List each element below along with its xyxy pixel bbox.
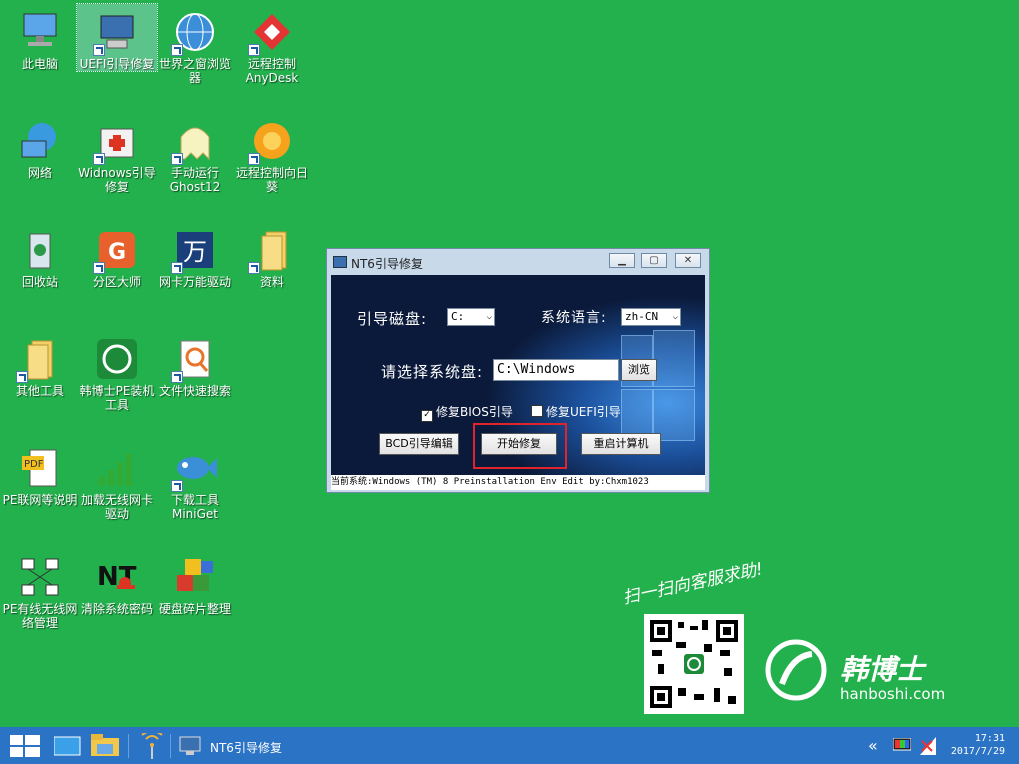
signal-bars-icon [95, 446, 139, 490]
wallpaper-pane [653, 330, 695, 387]
magnifier-icon [171, 337, 217, 383]
window-client-area: 引导磁盘: C: ⌵ 系统语言: zh-CN ⌵ 请选择系统盘: C:\Wind… [331, 275, 705, 490]
bios-repair-checkbox[interactable]: ✓ 修复BIOS引导 [421, 403, 513, 422]
svg-text:G: G [108, 240, 126, 265]
window-title: NT6引导修复 [351, 257, 423, 271]
desktop-icon[interactable] [53, 735, 82, 761]
sunflower-icon [248, 119, 294, 165]
brand-name: 韩博士 [840, 653, 925, 686]
network-topology-icon [18, 555, 62, 599]
taskbar: NT6引导修复 « 17:31 2017/7/29 [0, 727, 1019, 764]
language-select[interactable]: zh-CN ⌵ [621, 308, 681, 326]
minimize-button[interactable]: ▁ [609, 253, 635, 268]
browse-button[interactable]: 浏览 [621, 359, 657, 381]
file-explorer-icon[interactable] [91, 734, 121, 762]
desktop-icon-recycle-bin[interactable]: 回收站 [0, 222, 80, 289]
network-globe-icon [18, 119, 62, 163]
fish-icon [171, 446, 217, 492]
anydesk-icon [248, 10, 294, 56]
desktop-icon-windows-boot-repair[interactable]: Widnows引导修复 [77, 113, 157, 194]
svg-text:万: 万 [183, 238, 207, 266]
start-button[interactable] [10, 735, 40, 761]
clock-time: 17:31 [974, 733, 1005, 744]
hanboshi-logo [762, 636, 832, 702]
desktop-icon-partition-master[interactable]: G 分区大师 [77, 222, 157, 289]
desktop-icon-wireless-driver[interactable]: 加载无线网卡驱动 [77, 440, 157, 521]
desktop-icon-ghost[interactable]: 手动运行Ghost12 [155, 113, 235, 194]
desktop-icon-clear-password[interactable]: NT 清除系统密码 [77, 549, 157, 616]
partition-icon: G [93, 228, 139, 274]
system-disk-label: 请选择系统盘: [381, 363, 484, 381]
task-nt6-label[interactable]: NT6引导修复 [210, 739, 282, 756]
first-aid-kit-icon [93, 119, 139, 165]
network-status-icon[interactable] [920, 737, 936, 759]
checkbox-unchecked-icon [531, 405, 543, 417]
app-icon [333, 256, 347, 268]
start-repair-button[interactable]: 开始修复 [481, 433, 557, 455]
desktop-icon-pe-network-manager[interactable]: PE有线无线网络管理 [0, 549, 80, 630]
language-label: 系统语言: [541, 310, 607, 326]
desktop-icon-uefi-boot-repair[interactable]: UEFI引导修复 [76, 3, 158, 72]
restart-computer-button[interactable]: 重启计算机 [581, 433, 661, 455]
task-nt6-icon[interactable] [178, 735, 202, 759]
boot-disk-label: 引导磁盘: [357, 310, 428, 328]
clock[interactable]: 17:31 2017/7/29 [951, 732, 1005, 758]
desktop-icon-documents[interactable]: 资料 [232, 222, 312, 289]
desktop-icon-other-tools[interactable]: 其他工具 [0, 331, 80, 398]
svg-text:PDF: PDF [24, 459, 44, 470]
desktop-icon-world-browser[interactable]: 世界之窗浏览器 [155, 4, 235, 85]
desktop-icon-pe-network-notes[interactable]: PDF PE联网等说明 [0, 440, 80, 507]
close-button[interactable]: ✕ [675, 253, 701, 268]
desktop-icon-sunlogin[interactable]: 远程控制向日葵 [232, 113, 312, 194]
taskbar-separator [170, 734, 171, 758]
defrag-cubes-icon [173, 555, 217, 599]
chevron-left-icon[interactable]: « [868, 736, 878, 755]
system-disk-input[interactable]: C:\Windows [493, 359, 619, 381]
computer-icon [18, 10, 62, 54]
window-titlebar[interactable]: NT6引导修复 ▁ ▢ ✕ [327, 249, 709, 275]
taskbar-separator [128, 734, 129, 758]
key-icon: NT [95, 555, 139, 599]
chevron-down-icon: ⌵ [672, 312, 678, 322]
desktop-icon-miniget[interactable]: 下载工具MiniGet [155, 440, 235, 521]
desktop-icon-defrag[interactable]: 硬盘碎片整理 [155, 549, 235, 616]
slogan-text: 扫一扫向客服求助! [621, 559, 765, 609]
pdf-icon: PDF [18, 446, 62, 490]
qr-code [644, 614, 744, 714]
folder-icon [248, 228, 294, 274]
hanboshi-logo-icon [95, 337, 139, 381]
uefi-repair-checkbox[interactable]: 修复UEFI引导 [531, 403, 621, 420]
nt6-boot-repair-window[interactable]: NT6引导修复 ▁ ▢ ✕ 引导磁盘: C: ⌵ 系统语言: zh-CN ⌵ 请… [326, 248, 710, 493]
chevron-down-icon: ⌵ [486, 312, 492, 322]
desktop-icon-network[interactable]: 网络 [0, 113, 80, 180]
wan-character-icon: 万 [171, 228, 217, 274]
desktop-icon-this-pc[interactable]: 此电脑 [0, 4, 80, 71]
desktop-icon-anydesk[interactable]: 远程控制AnyDesk [232, 4, 312, 85]
bcd-edit-button[interactable]: BCD引导编辑 [379, 433, 459, 455]
folder-icon [16, 337, 62, 383]
clock-date: 2017/7/29 [950, 746, 1005, 757]
globe-icon [171, 10, 217, 56]
wireless-icon[interactable] [138, 730, 166, 763]
brand-url: hanboshi.com [840, 685, 946, 703]
desktop-icon-nic-driver[interactable]: 万 网卡万能驱动 [155, 222, 235, 289]
ghost-icon [171, 119, 217, 165]
wallpaper-pane [621, 389, 653, 436]
display-icon[interactable] [892, 737, 912, 758]
status-bar: 当前系统:Windows (TM) 8 Preinstallation Env … [331, 475, 705, 490]
desktop-icon-hanboshi-installer[interactable]: 韩博士PE装机工具 [77, 331, 157, 412]
maximize-button[interactable]: ▢ [641, 253, 667, 268]
monitor-icon [93, 10, 139, 56]
boot-disk-select[interactable]: C: ⌵ [447, 308, 495, 326]
recycle-bin-icon [18, 228, 62, 272]
checkbox-checked-icon: ✓ [421, 410, 433, 422]
desktop-icon-file-search[interactable]: 文件快速搜索 [155, 331, 235, 398]
